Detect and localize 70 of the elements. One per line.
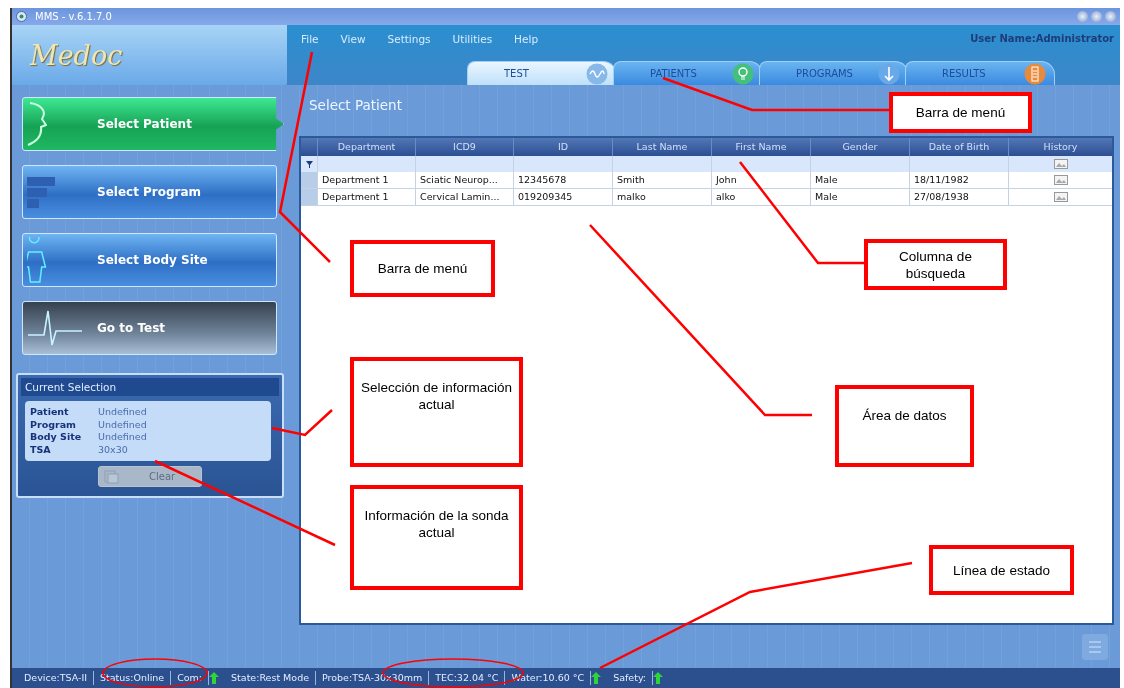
status-led-icon: [591, 672, 602, 684]
lightbulb-icon: [732, 62, 754, 85]
status-text: Com:: [171, 671, 210, 685]
table-cell: Cervical Lamin...: [415, 189, 513, 205]
table-cell: Male: [810, 172, 909, 188]
table-cell: malko: [612, 189, 711, 205]
eraser-icon: [103, 469, 119, 484]
menu-item[interactable]: Help: [514, 32, 539, 45]
table-cell: 019209345: [513, 189, 612, 205]
info-value: Undefined: [98, 431, 148, 444]
callout-label: Línea de estado: [929, 545, 1074, 595]
panel-title: Current Selection: [21, 378, 279, 396]
minimize-button[interactable]: [1077, 11, 1088, 22]
table-cell: Sciatic Neurop...: [415, 172, 513, 188]
head-profile-icon: [27, 102, 47, 146]
table-cell: John: [711, 172, 810, 188]
image-icon[interactable]: [1053, 192, 1068, 202]
info-label: Patient: [30, 406, 70, 419]
image-icon[interactable]: [1053, 159, 1068, 169]
table-cell: Male: [810, 189, 909, 205]
info-value: 30x30: [98, 443, 129, 456]
nav-button[interactable]: Select Patient: [22, 97, 284, 151]
table-cell: alko: [711, 189, 810, 205]
list-icon: [1024, 62, 1046, 85]
callout-label: Información de la sonda actual: [350, 485, 523, 590]
callout-label: Área de datos: [835, 385, 974, 467]
list-icon[interactable]: [1082, 633, 1108, 660]
table-cell: 27/08/1938: [909, 189, 1008, 205]
leader-line: [271, 409, 333, 437]
pulse-line-icon: [27, 310, 82, 346]
callout-label: Barra de menú: [350, 240, 495, 297]
info-value: Undefined: [98, 418, 148, 431]
tab[interactable]: RESULTS: [905, 61, 1055, 85]
nav-button[interactable]: Select Body Site: [22, 233, 277, 287]
table-cell: 12345678: [513, 172, 612, 188]
info-value: Undefined: [98, 406, 148, 419]
table-cell: Department 1: [317, 189, 415, 205]
filter-icon: [305, 160, 313, 168]
status-text: State:Rest Mode: [225, 671, 316, 685]
wave-icon: [586, 62, 608, 85]
status-text: Safety:: [607, 671, 654, 685]
close-button[interactable]: [1105, 11, 1116, 22]
status-text: Device:TSA-II: [18, 671, 95, 685]
page-title: Select Patient: [308, 97, 402, 115]
filter-row[interactable]: [301, 156, 1112, 172]
nav-button[interactable]: Select Program: [22, 165, 277, 219]
status-text: TEC:32.04 °C: [429, 671, 506, 685]
user-name: User Name:Administrator: [970, 33, 1114, 44]
table-cell: Department 1: [317, 172, 415, 188]
table-cell: 18/11/1982: [909, 172, 1008, 188]
info-label: Program: [30, 418, 77, 431]
menu-item[interactable]: File: [301, 32, 319, 45]
status-led-icon: [209, 672, 220, 684]
callout-label: Columna de búsqueda: [864, 239, 1007, 290]
info-label: Body Site: [30, 431, 83, 444]
callout-label: Selección de información actual: [350, 357, 523, 467]
steps-icon: [27, 176, 55, 208]
menu-item[interactable]: Settings: [387, 32, 431, 45]
info-label: TSA: [30, 443, 52, 456]
menu-item[interactable]: Utilities: [452, 32, 493, 45]
window-title: MMS - v.6.1.7.0: [35, 11, 113, 22]
menu-item[interactable]: View: [340, 32, 366, 45]
table-cell: Smith: [612, 172, 711, 188]
body-figure-icon: [27, 237, 47, 283]
callout-label: Barra de menú: [889, 92, 1032, 133]
app-icon: [16, 11, 27, 22]
image-icon[interactable]: [1053, 175, 1068, 185]
status-led-icon: [653, 672, 664, 684]
app-logo: Medoc: [30, 39, 123, 71]
maximize-button[interactable]: [1091, 11, 1102, 22]
